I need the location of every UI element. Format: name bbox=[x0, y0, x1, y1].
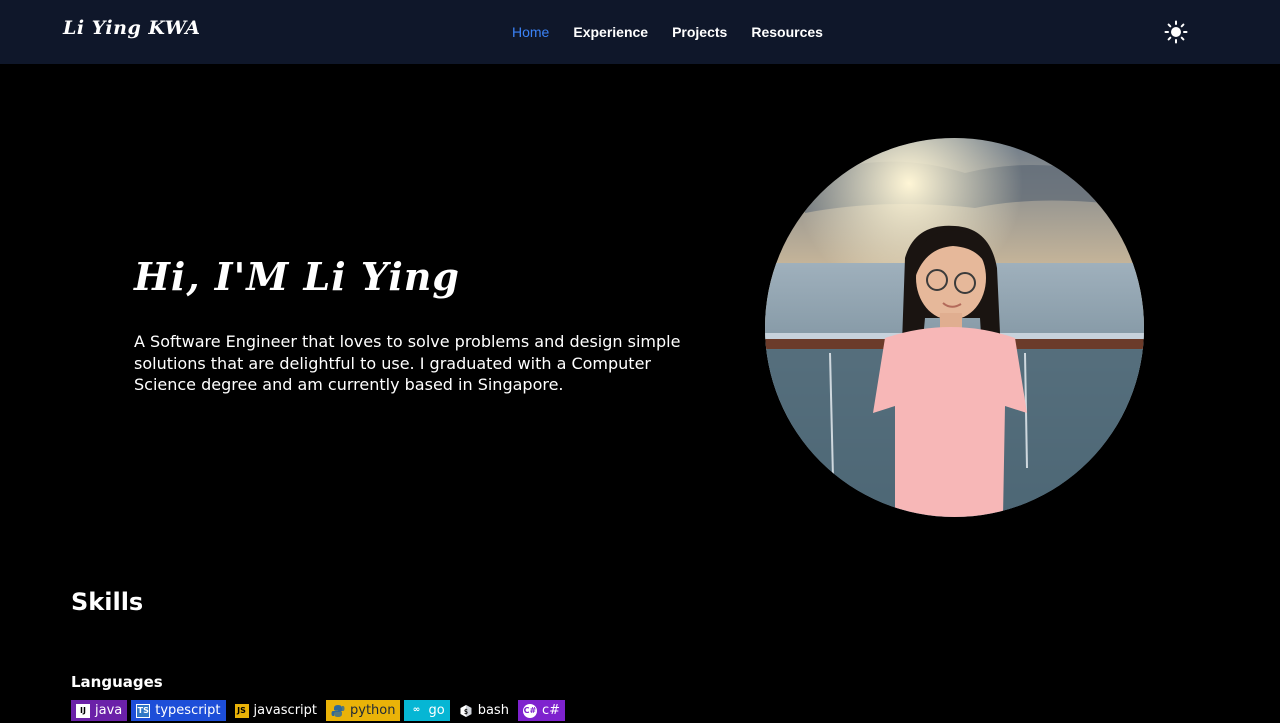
sun-icon bbox=[1164, 20, 1188, 44]
badge-label: bash bbox=[477, 703, 509, 718]
skills-heading: Skills bbox=[71, 588, 144, 616]
nav-link-projects[interactable]: Projects bbox=[672, 24, 727, 40]
go-icon: ∞ bbox=[412, 705, 421, 715]
badge-csharp: C# c# bbox=[517, 700, 565, 721]
badge-java: IJ java bbox=[71, 700, 128, 721]
nav-link-home[interactable]: Home bbox=[512, 24, 549, 40]
navbar: Li Ying KWA Home Experience Projects Res… bbox=[0, 0, 1280, 64]
badge-label: typescript bbox=[155, 703, 221, 718]
badge-javascript: JS javascript bbox=[229, 700, 322, 721]
javascript-icon: JS bbox=[234, 703, 249, 718]
languages-heading: Languages bbox=[71, 673, 163, 691]
badge-typescript: TS typescript bbox=[131, 700, 226, 721]
nav-link-resources[interactable]: Resources bbox=[751, 24, 823, 40]
languages-badges: IJ java TS typescript JS javascript pyth… bbox=[71, 700, 565, 721]
csharp-icon: C# bbox=[522, 703, 537, 718]
brand-logo[interactable]: Li Ying KWA bbox=[63, 17, 201, 39]
portrait-photo bbox=[765, 138, 1144, 517]
hero-description: A Software Engineer that loves to solve … bbox=[134, 332, 681, 394]
nav-link-experience[interactable]: Experience bbox=[573, 24, 648, 40]
theme-toggle-button[interactable] bbox=[1164, 20, 1188, 44]
intellij-icon: IJ bbox=[76, 703, 90, 718]
bash-icon: $ bbox=[459, 704, 473, 718]
nav-links: Home Experience Projects Resources bbox=[512, 0, 823, 64]
badge-python: python bbox=[326, 700, 401, 721]
typescript-icon: TS bbox=[136, 703, 151, 718]
svg-text:$: $ bbox=[464, 708, 468, 716]
badge-label: java bbox=[95, 703, 123, 718]
badge-go: ∞ go bbox=[404, 700, 450, 721]
badge-label: python bbox=[350, 703, 396, 718]
python-icon bbox=[331, 704, 345, 718]
badge-label: javascript bbox=[253, 703, 317, 718]
badge-bash: $ bash bbox=[453, 700, 514, 721]
hero-title: Hi, I'M Li Ying bbox=[134, 254, 460, 299]
badge-label: go bbox=[428, 703, 445, 718]
badge-label: c# bbox=[541, 703, 560, 718]
